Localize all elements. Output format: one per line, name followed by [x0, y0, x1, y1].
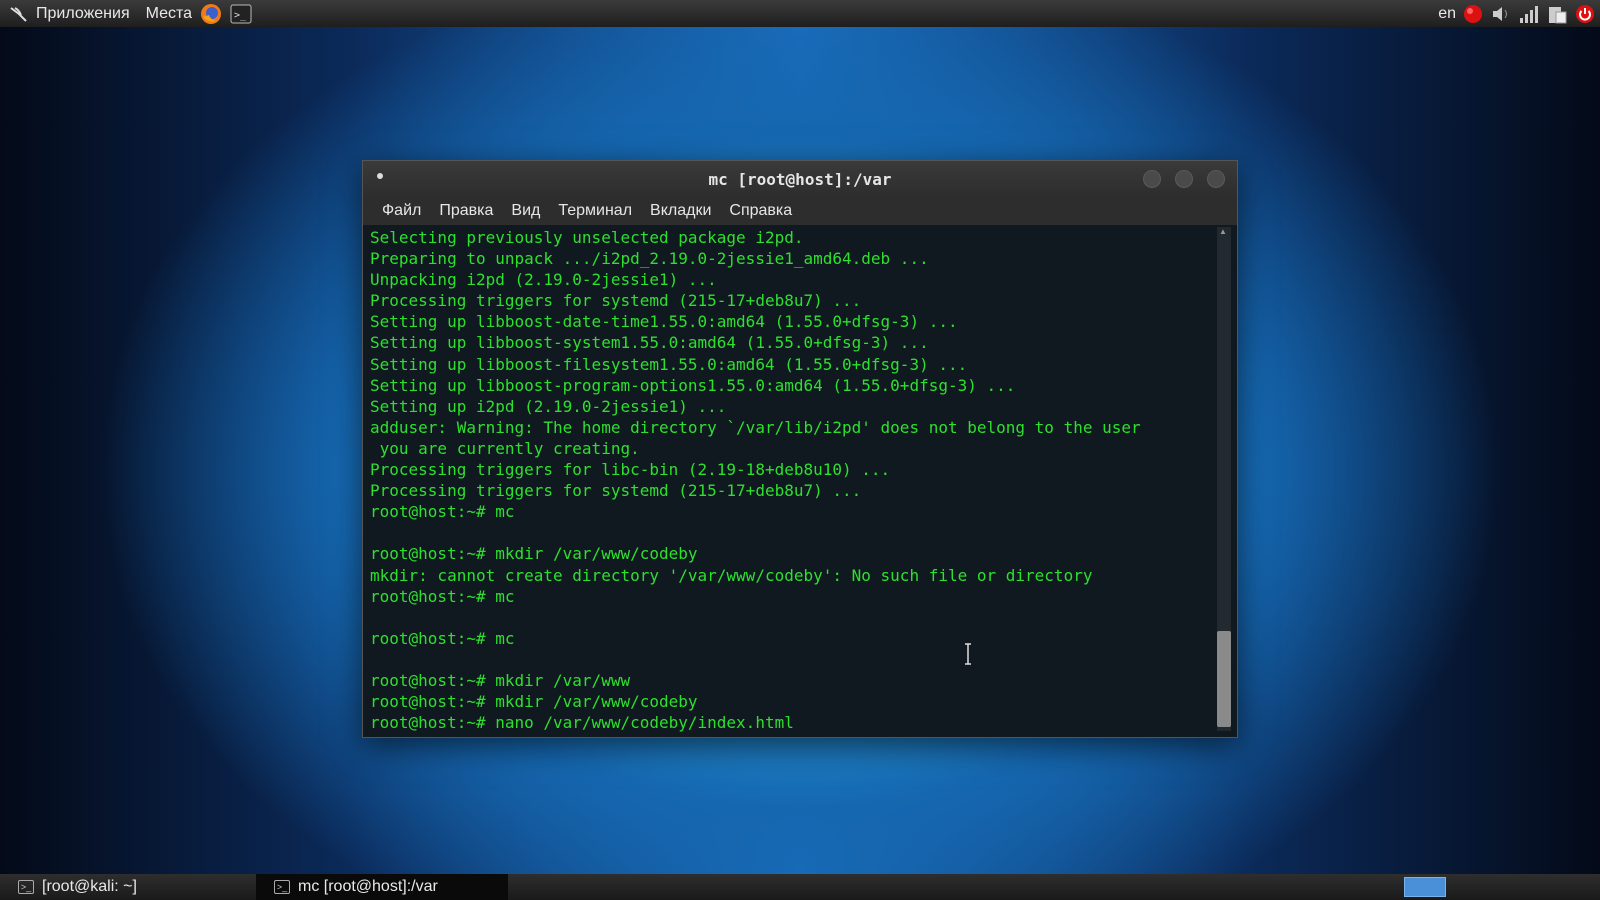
- firefox-icon[interactable]: [200, 3, 222, 25]
- window-title: mc [root@host]:/var: [708, 169, 892, 189]
- volume-icon[interactable]: [1490, 3, 1512, 25]
- terminal-icon: >_: [274, 880, 290, 894]
- menu-file[interactable]: Файл: [373, 202, 430, 220]
- terminal-output[interactable]: Selecting previously unselected package …: [363, 225, 1237, 737]
- terminal-line: Unpacking i2pd (2.19.0-2jessie1) ...: [370, 270, 717, 290]
- text-cursor-icon: [964, 643, 972, 665]
- terminal-line: Setting up libboost-system1.55.0:amd64 (…: [370, 333, 929, 353]
- top-panel: Приложения Места >_ en: [0, 0, 1600, 27]
- places-menu[interactable]: Места: [138, 0, 200, 27]
- applications-menu[interactable]: Приложения: [0, 0, 138, 27]
- minimize-button[interactable]: [1143, 170, 1161, 188]
- terminal-line: mkdir: cannot create directory '/var/www…: [370, 565, 1093, 585]
- bottom-taskbar: >_ [root@kali: ~] >_ mc [root@host]:/var: [0, 874, 1600, 900]
- terminal-line: root@host:~# mkdir /var/www/codeby: [370, 544, 698, 564]
- taskbar-item-kali-terminal[interactable]: >_ [root@kali: ~]: [0, 874, 256, 900]
- taskbar-item-label: [root@kali: ~]: [42, 878, 137, 895]
- clipboard-icon[interactable]: [1546, 3, 1568, 25]
- terminal-icon: >_: [18, 880, 34, 894]
- terminal-menu-bar: Файл Правка Вид Терминал Вкладки Справка: [363, 197, 1237, 225]
- terminal-line: Setting up i2pd (2.19.0-2jessie1) ...: [370, 396, 727, 416]
- record-icon[interactable]: [1462, 3, 1484, 25]
- terminal-line: root@host:~# mc: [370, 502, 515, 522]
- window-menu-dot[interactable]: [377, 173, 383, 179]
- maximize-button[interactable]: [1175, 170, 1193, 188]
- terminal-line: Processing triggers for libc-bin (2.19-1…: [370, 460, 891, 480]
- places-label: Места: [145, 4, 193, 22]
- network-signal-icon[interactable]: [1518, 3, 1540, 25]
- terminal-line: Preparing to unpack .../i2pd_2.19.0-2jes…: [370, 249, 929, 269]
- terminal-line: Processing triggers for systemd (215-17+…: [370, 481, 862, 501]
- menu-help[interactable]: Справка: [720, 202, 801, 220]
- terminal-line: you are currently creating.: [370, 438, 640, 458]
- terminal-line: root@host:~# mc: [370, 586, 515, 606]
- terminal-line: root@host:~# mc: [370, 628, 515, 648]
- terminal-line: root@host:~# mkdir /var/www: [370, 670, 631, 690]
- keyboard-layout-indicator[interactable]: en: [1438, 5, 1456, 23]
- scroll-up-arrow-icon[interactable]: ▲: [1219, 227, 1229, 236]
- terminal-line: Setting up libboost-filesystem1.55.0:amd…: [370, 354, 968, 374]
- menu-view[interactable]: Вид: [502, 202, 549, 220]
- terminal-line: Setting up libboost-program-options1.55.…: [370, 375, 1016, 395]
- scrollbar-thumb[interactable]: [1217, 631, 1231, 727]
- svg-text:>_: >_: [234, 10, 247, 21]
- terminal-line: root@host:~# nano /var/www/codeby/index.…: [370, 713, 794, 733]
- applications-label: Приложения: [36, 4, 130, 22]
- terminal-launcher-icon[interactable]: >_: [230, 3, 252, 25]
- terminal-scrollbar[interactable]: ▲: [1217, 227, 1231, 731]
- menu-edit[interactable]: Правка: [430, 202, 502, 220]
- power-icon[interactable]: [1574, 3, 1596, 25]
- terminal-line: root@host:~# mkdir /var/www/codeby: [370, 692, 698, 712]
- workspace-switcher[interactable]: [1404, 877, 1446, 897]
- terminal-line: Setting up libboost-date-time1.55.0:amd6…: [370, 312, 958, 332]
- terminal-text: Selecting previously unselected package …: [370, 227, 1213, 733]
- taskbar-item-label: mc [root@host]:/var: [298, 878, 438, 895]
- menu-tabs[interactable]: Вкладки: [641, 202, 720, 220]
- terminal-line: adduser: Warning: The home directory `/v…: [370, 417, 1141, 437]
- kali-dragon-icon: [8, 3, 30, 25]
- terminal-line: Processing triggers for systemd (215-17+…: [370, 291, 862, 311]
- window-title-bar[interactable]: mc [root@host]:/var: [363, 161, 1237, 197]
- terminal-line: Selecting previously unselected package …: [370, 228, 804, 247]
- taskbar-item-mc-terminal[interactable]: >_ mc [root@host]:/var: [256, 874, 508, 900]
- menu-terminal[interactable]: Терминал: [549, 202, 641, 220]
- terminal-window[interactable]: mc [root@host]:/var Файл Правка Вид Терм…: [362, 160, 1238, 738]
- close-button[interactable]: [1207, 170, 1225, 188]
